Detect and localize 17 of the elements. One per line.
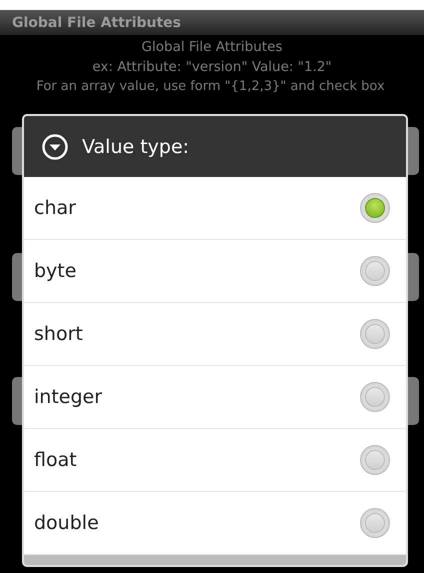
dropdown-icon	[42, 134, 68, 160]
radio-button[interactable]	[360, 382, 390, 412]
radio-button[interactable]	[360, 445, 390, 475]
radio-button[interactable]	[360, 319, 390, 349]
option-item[interactable]: integer	[24, 366, 406, 429]
option-item[interactable]: float	[24, 429, 406, 492]
hint-text: For an array value, use form "{1,2,3}" and check box	[35, 78, 386, 96]
option-item[interactable]: short	[24, 303, 406, 366]
radio-button[interactable]	[360, 193, 390, 223]
window-title: Global File Attributes	[12, 14, 182, 30]
radio-button[interactable]	[360, 508, 390, 538]
option-item[interactable]: byte	[24, 240, 406, 303]
example-text: ex: Attribute: "version" Value: "1.2"	[91, 58, 333, 77]
dialog-title: Value type:	[82, 136, 190, 158]
option-item[interactable]: char	[24, 177, 406, 240]
heading-text: Global File Attributes	[140, 38, 284, 57]
radio-button[interactable]	[360, 256, 390, 286]
